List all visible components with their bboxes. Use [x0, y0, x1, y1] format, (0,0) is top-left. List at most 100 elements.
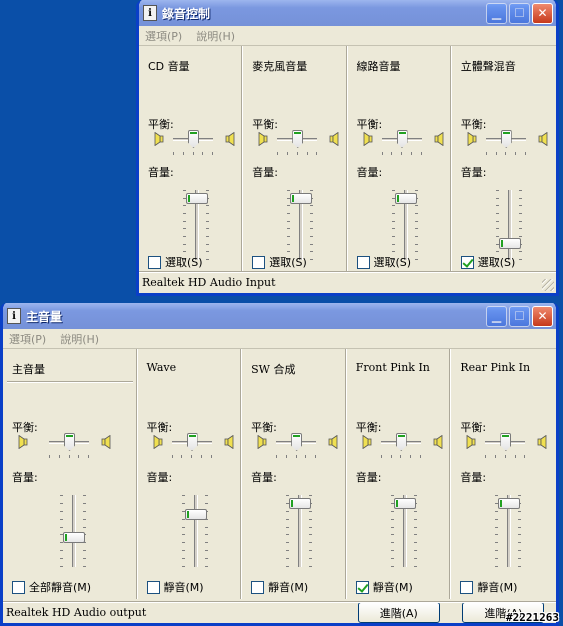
volume-label: 音量: — [355, 471, 382, 484]
checkbox-box[interactable] — [146, 580, 160, 594]
checkbox-box[interactable] — [460, 580, 474, 594]
select-checkbox[interactable]: 選取(S) — [148, 254, 203, 270]
balance-slider-thumb[interactable] — [500, 130, 512, 148]
mixer-app-icon: i — [143, 5, 157, 21]
minimize-button[interactable]: ▁ — [486, 305, 507, 327]
volume-slider-track[interactable] — [507, 190, 512, 260]
volume-slider-thumb[interactable] — [290, 193, 313, 204]
checkbox-label: 選取(S) — [373, 256, 412, 269]
volume-label: 音量: — [251, 471, 277, 484]
channel-name: SW 合成 — [251, 363, 296, 376]
balance-ticks — [171, 455, 212, 458]
volume-slider-track[interactable] — [193, 495, 198, 567]
checkbox-box[interactable] — [251, 580, 265, 594]
balance-label: 平衡: — [251, 421, 277, 434]
volume-ticks-left — [60, 495, 64, 567]
mute-all-checkbox[interactable]: 全部靜音(M) — [12, 579, 91, 595]
close-button[interactable]: ✕ — [532, 2, 553, 24]
balance-ticks — [485, 152, 526, 155]
recording-titlebar[interactable]: i 錄音控制 ▁ ☐ ✕ — [139, 0, 556, 26]
checkbox-label: 靜音(M) — [477, 581, 518, 594]
volume-slider-thumb[interactable] — [184, 508, 207, 520]
balance-slider-thumb[interactable] — [64, 433, 75, 451]
playback-channel-panel: SW 合成平衡: 音量: 靜音(M) — [242, 349, 347, 599]
balance-slider-thumb[interactable] — [188, 130, 199, 148]
menu-options[interactable]: 選項(P) — [145, 28, 182, 44]
master-volume-window: i 主音量 ▁ ☐ ✕ 選項(P) 說明(H) 主音量 平衡: 音量: 全部靜音(M)… — [0, 303, 559, 626]
right-speaker-icon — [101, 434, 113, 450]
balance-label: 平衡: — [460, 421, 487, 434]
balance-slider-thumb[interactable] — [500, 433, 512, 451]
mute-checkbox[interactable]: 靜音(M) — [251, 579, 308, 595]
volume-slider-thumb[interactable] — [186, 193, 208, 204]
checkbox-box[interactable] — [356, 255, 370, 269]
balance-slider-thumb[interactable] — [292, 130, 304, 148]
right-speaker-icon — [224, 434, 236, 450]
playback-channel-panels: 主音量 平衡: 音量: 全部靜音(M) Wave 平衡: 音量: 靜音(M) SW 合成 平衡: 音… — [3, 349, 556, 623]
checkbox-label: 全部靜音(M) — [29, 581, 92, 594]
mute-checkbox[interactable]: 靜音(M) — [146, 579, 204, 595]
minimize-button[interactable]: ▁ — [486, 2, 507, 24]
image-watermark: #2221263 — [506, 611, 559, 624]
left-speaker-icon — [152, 131, 164, 147]
balance-label: 平衡: — [356, 118, 383, 131]
volume-slider-thumb[interactable] — [63, 532, 85, 544]
volume-slider-thumb[interactable] — [289, 498, 312, 510]
right-speaker-icon — [225, 131, 237, 147]
left-speaker-icon — [360, 434, 372, 450]
channel-name: Wave — [146, 361, 177, 374]
right-speaker-icon — [434, 131, 446, 147]
volume-ticks-right — [518, 190, 523, 260]
volume-slider-thumb[interactable] — [498, 498, 521, 510]
channel-name: Rear Pink In — [460, 361, 531, 374]
playback-channel-panel: Wave 平衡: 音量: 靜音(M) — [138, 349, 243, 599]
maximize-button[interactable]: ☐ — [509, 2, 530, 24]
channel-name: 麥克風音量 — [252, 60, 308, 73]
volume-label: 音量: — [148, 166, 174, 179]
menu-options[interactable]: 選項(P) — [9, 331, 46, 347]
checkbox-box[interactable] — [148, 255, 161, 269]
left-speaker-icon — [255, 434, 267, 450]
balance-label: 平衡: — [460, 118, 487, 131]
playback-channel-panel: Rear Pink In 平衡: 音量: 靜音(M) 進階(A) — [451, 349, 556, 623]
checkbox-label: 選取(S) — [269, 256, 307, 269]
checkbox-box[interactable] — [355, 580, 369, 594]
recording-channel-panel: 麥克風音量 平衡: 音量: 選取(S) — [243, 46, 348, 272]
recording-channel-panels: CD 音量 平衡: 音量: 選取(S) 麥克風音量 平衡: 音量: 選取(S) 線路音量 平衡: 音… — [139, 46, 556, 272]
balance-ticks — [485, 455, 526, 458]
mute-checkbox[interactable]: 靜音(M) — [460, 579, 517, 595]
menu-help[interactable]: 說明(H) — [196, 28, 235, 44]
balance-slider-thumb[interactable] — [395, 433, 407, 451]
maximize-button[interactable]: ☐ — [509, 305, 530, 327]
master-titlebar[interactable]: i 主音量 ▁ ☐ ✕ — [3, 303, 556, 329]
resize-grip[interactable] — [542, 279, 554, 291]
volume-ticks-left — [495, 190, 500, 260]
mute-checkbox[interactable]: 靜音(M) — [355, 579, 413, 595]
volume-slider-track[interactable] — [72, 495, 76, 567]
checkbox-box[interactable] — [252, 255, 266, 269]
select-checkbox[interactable]: 選取(S) — [252, 254, 307, 270]
left-speaker-icon — [256, 131, 268, 147]
volume-ticks-right — [83, 495, 87, 567]
close-button[interactable]: ✕ — [532, 305, 553, 327]
playback-channel-panel: Front Pink In 平衡: 音量: 靜音(M) 進階(A) — [347, 349, 452, 623]
balance-ticks — [380, 455, 421, 458]
channel-name: 立體聲混音 — [460, 60, 516, 73]
checkbox-box[interactable] — [460, 255, 474, 269]
select-checkbox[interactable]: 選取(S) — [356, 254, 412, 270]
master-statusbar: Realtek HD Audio output — [3, 601, 556, 623]
volume-slider-thumb[interactable] — [498, 238, 521, 249]
select-checkbox[interactable]: 選取(S) — [460, 254, 515, 270]
menu-help[interactable]: 說明(H) — [60, 331, 99, 347]
balance-slider-thumb[interactable] — [291, 433, 303, 451]
balance-slider-thumb[interactable] — [186, 433, 198, 451]
volume-slider-thumb[interactable] — [394, 193, 417, 204]
recording-status-text: Realtek HD Audio Input — [142, 276, 276, 289]
checkbox-box[interactable] — [12, 580, 25, 594]
balance-slider-thumb[interactable] — [396, 130, 408, 148]
volume-slider-thumb[interactable] — [393, 498, 416, 510]
balance-label: 平衡: — [148, 118, 174, 131]
channel-name: CD 音量 — [148, 60, 190, 73]
left-speaker-icon — [464, 434, 476, 450]
balance-ticks — [381, 152, 422, 155]
